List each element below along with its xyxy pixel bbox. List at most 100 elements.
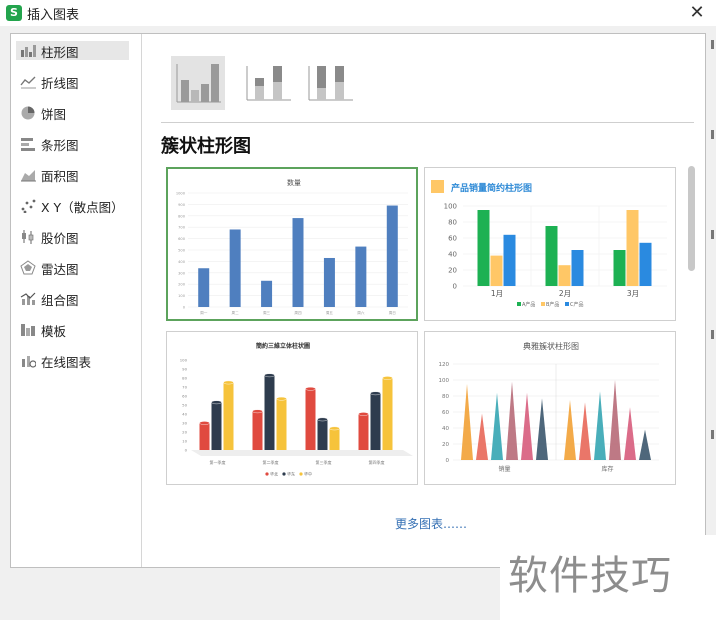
y-tick-label: 30 <box>182 421 187 426</box>
y-tick-label: 1000 <box>176 192 186 196</box>
section-divider <box>161 122 694 123</box>
dialog-title: 插入图表 <box>27 8 80 23</box>
x-tick-label: 3月 <box>627 289 639 298</box>
y-tick-label: 40 <box>182 412 187 417</box>
template-thumbnail-sales[interactable]: 产品销量简约柱形图 100 80 60 40 20 0 1月 2月 3月 A产品 B产品 C产品 <box>424 167 676 321</box>
chart-title: 典雅簇状柱形图 <box>523 341 579 351</box>
grip-mark <box>711 230 714 239</box>
y-tick-label: 60 <box>448 235 457 243</box>
bar <box>521 392 533 460</box>
legend-swatch <box>299 472 303 476</box>
bar <box>386 205 398 307</box>
sidebar-item-column-chart[interactable]: 柱形图 <box>16 41 129 60</box>
scrollbar-thumb[interactable] <box>688 166 695 271</box>
y-tick-label: 120 <box>439 362 450 368</box>
bar <box>503 234 516 286</box>
watermark-text: 软件技巧 <box>508 553 672 599</box>
y-tick-label: 300 <box>178 271 186 275</box>
stock-chart-icon <box>20 229 36 244</box>
watermark: 软件技巧 <box>500 535 716 620</box>
title-accent <box>431 180 444 193</box>
subtype-clustered-column[interactable] <box>171 56 225 110</box>
template-thumbnail-elegant[interactable]: 典雅簇状柱形图 120 100 80 60 40 20 0 销量 库存 <box>424 331 676 485</box>
close-icon: ✕ <box>689 2 705 23</box>
pie-chart-icon <box>20 105 36 120</box>
y-tick-label: 400 <box>178 260 186 264</box>
bar-cap <box>329 426 340 431</box>
bar-cap <box>382 376 393 380</box>
x-tick-label: 2月 <box>559 289 571 298</box>
bar <box>639 242 652 286</box>
y-tick-label: 200 <box>178 283 186 287</box>
legend-label: C产品 <box>570 301 584 308</box>
y-tick-label: 20 <box>182 430 187 435</box>
y-tick-label: 0 <box>185 448 188 453</box>
app-logo-icon: S <box>6 5 22 21</box>
sidebar-item-label: 组合图 <box>41 293 79 308</box>
sidebar-item-combo-chart[interactable]: 组合图 <box>16 289 129 308</box>
y-tick-label: 80 <box>448 219 457 227</box>
template-icon <box>20 322 36 337</box>
line-chart-icon <box>20 74 36 89</box>
sidebar-item-label: 雷达图 <box>41 262 79 277</box>
online-chart-icon <box>20 353 37 368</box>
template-thumbnail-3d[interactable]: 簡約三維立体柱状圖 100 90 80 70 60 50 40 30 20 10 0 第一季度 第二季度第… <box>166 331 418 485</box>
grip-mark <box>711 430 714 439</box>
chart-title: 簡約三維立体柱状圖 <box>255 342 310 350</box>
y-tick-label: 0 <box>453 283 457 291</box>
x-tick-label: 第一季度 <box>210 459 226 465</box>
bar-cap <box>358 412 369 416</box>
section-title: 簇状柱形图 <box>161 136 251 157</box>
y-tick-label: 500 <box>178 249 186 253</box>
bar <box>579 402 591 460</box>
column-chart-icon <box>20 43 36 58</box>
bar-cap <box>276 396 287 401</box>
dialog-body: 柱形图折线图饼图条形图面积图 X Y（散点图） 股价图雷达图组合图模板在线图表 <box>10 33 706 568</box>
bar <box>358 414 369 450</box>
gallery-scrollbar[interactable] <box>686 164 698 514</box>
scatter-chart-icon <box>20 198 36 214</box>
bar <box>545 226 558 286</box>
y-tick-label: 20 <box>448 267 457 275</box>
legend-swatch <box>565 302 569 306</box>
sidebar-item-line-chart[interactable]: 折线图 <box>16 72 129 91</box>
bar <box>317 419 328 450</box>
template-thumbnail-basic[interactable]: 数量 1000 900 800 700 600 500 400 300 200 100 0 周一 周二 周三… <box>166 167 418 321</box>
sidebar-item-template[interactable]: 模板 <box>16 320 129 339</box>
bar <box>626 210 639 286</box>
stacked-column-icon <box>246 66 291 101</box>
thumb-chart-sales: 产品销量简约柱形图 100 80 60 40 20 0 1月 2月 3月 A产品 B产品 C产品 <box>431 180 667 308</box>
sidebar-item-stock-chart[interactable]: 股价图 <box>16 227 129 246</box>
y-tick-label: 600 <box>178 237 186 241</box>
legend-label: B产品 <box>546 301 559 308</box>
more-charts-link[interactable]: 更多图表…… <box>395 515 467 532</box>
y-tick-label: 50 <box>182 403 187 408</box>
bar <box>491 392 503 460</box>
bar-cap <box>370 391 381 396</box>
bar <box>609 380 621 460</box>
bar-cap <box>211 400 222 405</box>
x-tick-label: 第三季度 <box>316 459 332 465</box>
close-button[interactable]: ✕ <box>684 2 710 24</box>
y-tick-label: 800 <box>178 214 186 218</box>
subtype-stacked-column[interactable] <box>241 56 295 110</box>
sidebar-item-scatter-chart[interactable]: X Y（散点图） <box>16 196 129 215</box>
area-chart-icon <box>20 167 36 182</box>
sidebar-item-bar-chart[interactable]: 条形图 <box>16 134 129 153</box>
subtype-percent-stacked-column[interactable] <box>303 56 357 110</box>
sidebar-item-area-chart[interactable]: 面积图 <box>16 165 129 184</box>
sidebar-item-online-chart[interactable]: 在线图表 <box>16 351 129 370</box>
legend-label: A产品 <box>522 301 535 308</box>
bar <box>382 378 393 450</box>
y-tick-label: 700 <box>178 226 186 230</box>
sidebar-item-pie-chart[interactable]: 饼图 <box>16 103 129 122</box>
bar <box>639 429 651 460</box>
bar <box>355 246 367 307</box>
sidebar-item-radar-chart[interactable]: 雷达图 <box>16 258 129 277</box>
title-bar: S 插入图表 ✕ <box>0 0 716 26</box>
resize-grip[interactable] <box>709 30 716 520</box>
bar <box>536 398 548 460</box>
y-tick-label: 100 <box>180 358 188 363</box>
y-tick-label: 100 <box>444 203 457 211</box>
grip-mark <box>711 40 714 49</box>
